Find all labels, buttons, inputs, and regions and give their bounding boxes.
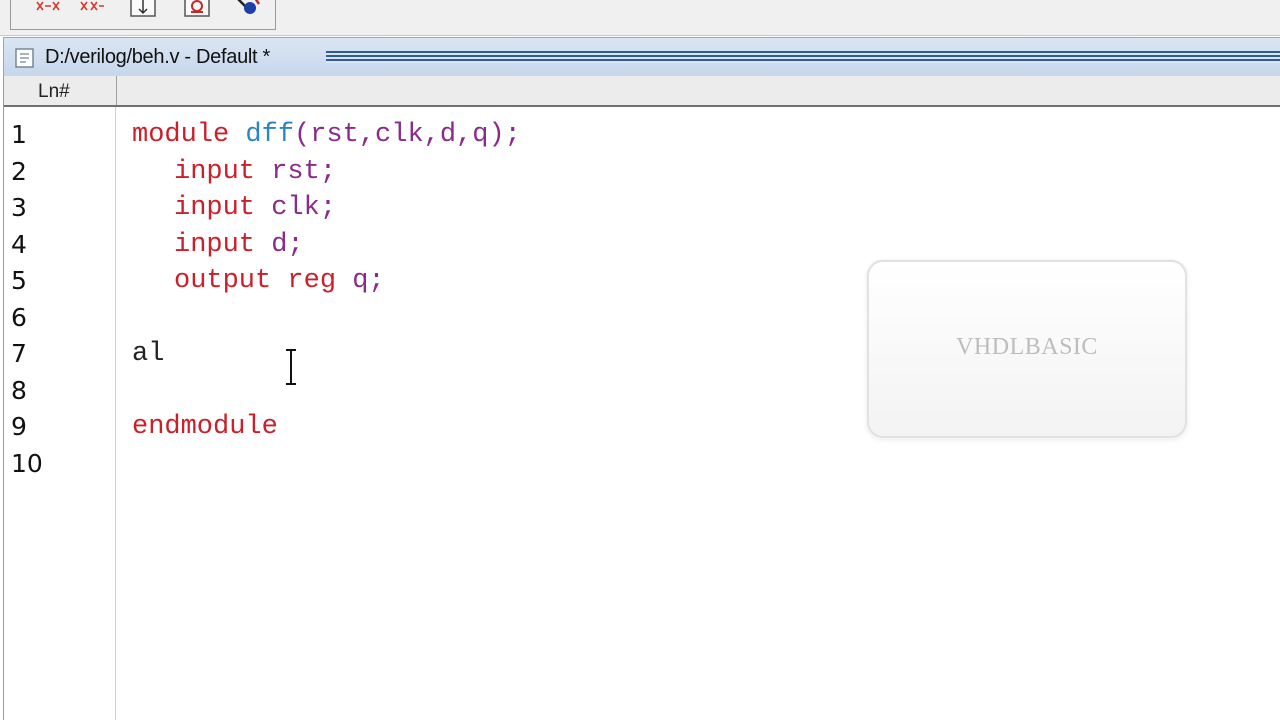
line-number: 6 xyxy=(11,302,27,332)
document-icon xyxy=(13,47,37,74)
code-line[interactable] xyxy=(132,446,521,483)
code-token: input xyxy=(174,156,256,187)
code-area[interactable]: module dff(rst,clk,d,q); input rst; input … xyxy=(132,117,521,482)
line-number: 10 xyxy=(11,448,43,478)
code-line[interactable] xyxy=(132,373,521,410)
code-line[interactable]: al xyxy=(132,336,521,373)
code-token: output xyxy=(174,266,272,296)
toolbar-group xyxy=(10,0,276,30)
text-cursor-icon xyxy=(286,349,296,385)
code-token: dff xyxy=(245,120,295,150)
code-token: input xyxy=(174,229,256,260)
code-token: endmodule xyxy=(132,412,278,442)
editor-title-bar[interactable]: D:/verilog/beh.v - Default * xyxy=(3,37,1280,76)
line-number: 5 xyxy=(11,266,27,295)
line-number: 7 xyxy=(11,339,27,368)
code-token: clk; xyxy=(271,193,337,223)
code-token: (rst,clk,d,q); xyxy=(294,120,521,150)
gutter-header: Ln# xyxy=(4,76,1280,107)
code-token: reg xyxy=(287,266,337,296)
code-token: d; xyxy=(271,229,304,260)
line-number: 2 xyxy=(11,156,27,186)
wave-compare-alt-icon[interactable] xyxy=(77,0,107,18)
line-number-column-header[interactable]: Ln# xyxy=(4,76,117,105)
line-number-gutter: 1 2 3 4 5 6 7 8 9 10 xyxy=(11,117,111,482)
toolbar xyxy=(0,0,1280,36)
line-number: 1 xyxy=(11,120,27,149)
column-icon[interactable] xyxy=(127,0,159,18)
code-token: q; xyxy=(352,266,385,296)
line-number: 9 xyxy=(11,412,27,441)
break-icon[interactable] xyxy=(181,0,213,18)
code-token: module xyxy=(132,120,230,150)
window-title: D:/verilog/beh.v - Default * xyxy=(45,46,271,68)
title-bar-grip[interactable] xyxy=(326,51,1280,63)
wave-compare-icon[interactable] xyxy=(33,0,63,18)
watermark-text: VHDLBASIC xyxy=(956,334,1098,360)
code-token: input xyxy=(174,193,256,223)
line-number: 8 xyxy=(11,375,27,405)
run-marker-icon[interactable] xyxy=(233,0,263,18)
code-line[interactable] xyxy=(132,300,521,337)
code-line[interactable]: output reg q; xyxy=(132,263,521,300)
code-line[interactable]: endmodule xyxy=(132,409,521,446)
code-line[interactable]: input d; xyxy=(132,227,521,264)
line-number: 3 xyxy=(11,193,27,222)
gutter-divider xyxy=(115,107,116,720)
code-line[interactable]: module dff(rst,clk,d,q); xyxy=(132,117,521,154)
code-token: rst; xyxy=(271,156,337,187)
code-token: al xyxy=(132,339,165,369)
code-line[interactable]: input clk; xyxy=(132,190,521,227)
watermark-card: VHDLBASIC xyxy=(867,260,1187,438)
code-line[interactable]: input rst; xyxy=(132,154,521,191)
line-number: 4 xyxy=(11,229,27,259)
